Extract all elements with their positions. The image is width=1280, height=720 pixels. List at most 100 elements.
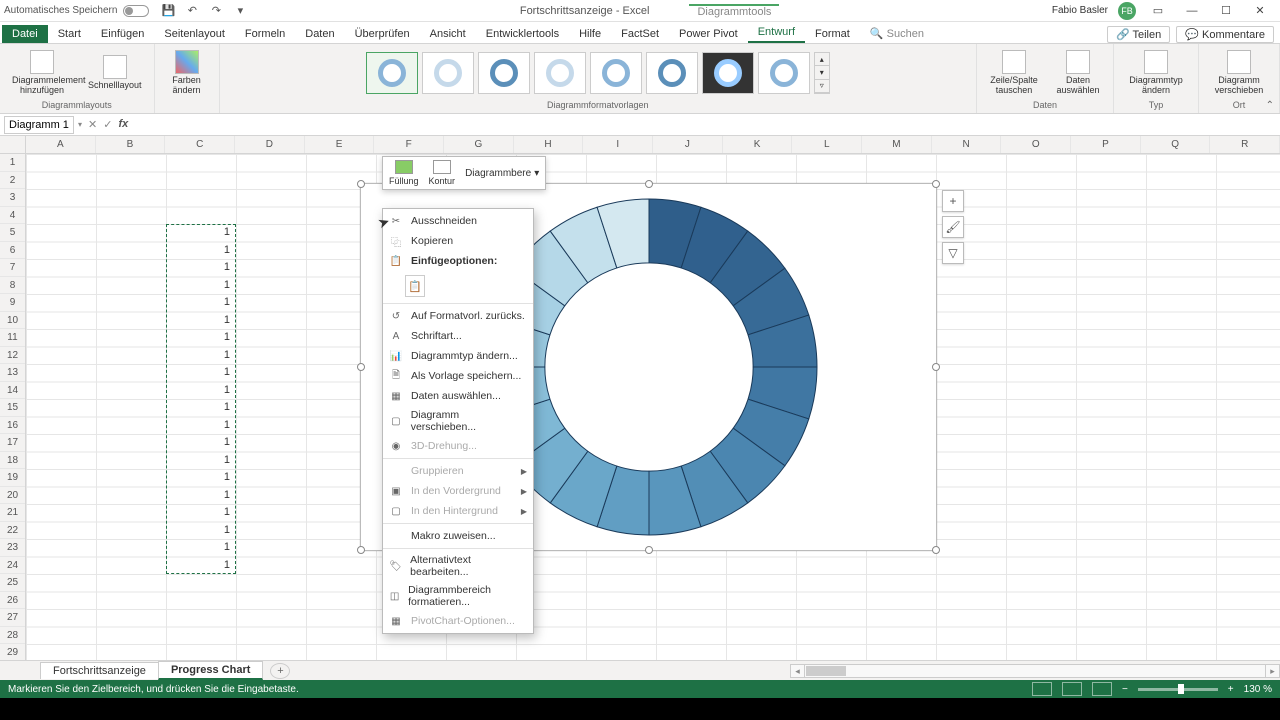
worksheet-grid[interactable]: ABCDEFGHIJKLMNOPQR 123456789101112131415… [0,136,1280,660]
ctx-copy[interactable]: ⿻Kopieren [383,231,533,251]
formula-input[interactable] [140,117,1280,133]
zoom-in-icon[interactable]: + [1228,684,1234,695]
chart-style-3[interactable] [478,52,530,94]
collapse-ribbon-icon[interactable]: ⌃ [1266,100,1274,111]
resize-handle[interactable] [357,363,365,371]
ctx-cut[interactable]: ✂Ausschneiden [383,211,533,231]
maximize-icon[interactable]: ☐ [1214,3,1238,19]
tab-review[interactable]: Überprüfen [345,25,420,43]
chart-style-8[interactable] [758,52,810,94]
ctx-paste-options-label: 📋Einfügeoptionen: [383,251,533,271]
ctx-format-area[interactable]: ◫Diagrammbereich formatieren... [383,581,533,611]
tab-start[interactable]: Start [48,25,91,43]
chart-styles-button[interactable]: 🖌 [942,216,964,238]
resize-handle[interactable] [932,546,940,554]
ctx-reset-style[interactable]: ↺Auf Formatvorl. zurücks. [383,306,533,326]
tab-factset[interactable]: FactSet [611,25,669,43]
ctx-pivot-options: ▦PivotChart-Optionen... [383,611,533,631]
chart-style-7[interactable] [702,52,754,94]
share-button[interactable]: 🔗 Teilen [1107,26,1170,43]
data-range[interactable]: 11111111111111111111 [166,224,236,574]
normal-view-icon[interactable] [1032,682,1052,696]
tab-powerpivot[interactable]: Power Pivot [669,25,748,43]
ctx-alt-text[interactable]: 🏷Alternativtext bearbeiten... [383,551,533,581]
reset-icon: ↺ [389,309,403,323]
ctx-move-chart[interactable]: ▢Diagramm verschieben... [383,406,533,436]
chart-style-4[interactable] [534,52,586,94]
style-gallery-scroll[interactable]: ▴▾▿ [814,52,830,94]
tab-developer[interactable]: Entwicklertools [476,25,569,43]
chart-filters-button[interactable]: ▽ [942,242,964,264]
enter-formula-icon[interactable]: ✓ [103,118,112,131]
column-headers[interactable]: ABCDEFGHIJKLMNOPQR [26,136,1280,154]
save-icon[interactable]: 💾 [161,4,175,18]
fill-button[interactable]: Füllung [389,160,419,186]
close-icon[interactable]: ✕ [1248,3,1272,19]
tab-format[interactable]: Format [805,25,860,43]
zoom-slider[interactable] [1138,688,1218,691]
page-break-view-icon[interactable] [1092,682,1112,696]
ctx-assign-macro[interactable]: Makro zuweisen... [383,526,533,546]
cancel-formula-icon[interactable]: ✕ [88,118,97,131]
tab-view[interactable]: Ansicht [420,25,476,43]
ribbon-tabs: Datei Start Einfügen Seitenlayout Formel… [0,22,1280,44]
change-colors-button[interactable]: Farben ändern [161,48,213,98]
select-all-corner[interactable] [0,136,26,154]
undo-icon[interactable]: ↶ [185,4,199,18]
sheet-tab-1[interactable]: Fortschrittsanzeige [40,662,159,679]
group-layouts-label: Diagrammlayouts [42,100,112,111]
tab-file[interactable]: Datei [2,25,48,43]
ctx-change-type[interactable]: 📊Diagrammtyp ändern... [383,346,533,366]
tab-help[interactable]: Hilfe [569,25,611,43]
zoom-out-icon[interactable]: − [1122,684,1128,695]
change-chart-type-button[interactable]: Diagrammtyp ändern [1120,48,1192,98]
autosave-toggle[interactable]: Automatisches Speichern [4,5,149,17]
search-box[interactable]: 🔍 Suchen [860,24,934,43]
ctx-font[interactable]: ASchriftart... [383,326,533,346]
back-icon: ▢ [389,504,403,518]
row-headers[interactable]: 1234567891011121314151617181920212223242… [0,136,26,660]
add-chart-element-button[interactable]: Diagrammelement hinzufügen [6,48,78,98]
chart-style-1[interactable] [366,52,418,94]
tab-formulas[interactable]: Formeln [235,25,295,43]
comments-button[interactable]: 💬 Kommentare [1176,26,1274,43]
sheet-tab-bar: Fortschrittsanzeige Progress Chart + ◂▸ [0,660,1280,680]
ctx-select-data[interactable]: ▦Daten auswählen... [383,386,533,406]
chart-elements-button[interactable]: + [942,190,964,212]
resize-handle[interactable] [932,180,940,188]
ctx-save-template[interactable]: 🗎Als Vorlage speichern... [383,366,533,386]
ribbon-display-icon[interactable]: ▭ [1146,3,1170,19]
chart-area-dropdown[interactable]: Diagrammbere▾ [465,160,539,186]
group-data-label: Daten [1033,100,1057,111]
resize-handle[interactable] [357,546,365,554]
tab-pagelayout[interactable]: Seitenlayout [154,25,235,43]
chart-style-6[interactable] [646,52,698,94]
resize-handle[interactable] [357,180,365,188]
ctx-paste-option[interactable]: 📋 [405,275,425,297]
switch-row-col-button[interactable]: Zeile/Spalte tauschen [983,48,1045,98]
group-type-label: Typ [1149,100,1164,111]
chart-style-2[interactable] [422,52,474,94]
fx-icon[interactable]: fx [118,118,134,131]
tab-design[interactable]: Entwurf [748,23,805,43]
page-layout-view-icon[interactable] [1062,682,1082,696]
tab-insert[interactable]: Einfügen [91,25,154,43]
add-sheet-button[interactable]: + [270,663,290,679]
quick-layout-button[interactable]: Schnelllayout [82,53,148,93]
qat-dropdown-icon[interactable]: ▾ [233,4,247,18]
user-avatar[interactable]: FB [1118,2,1136,20]
chart-style-5[interactable] [590,52,642,94]
resize-handle[interactable] [645,546,653,554]
name-box[interactable] [4,116,74,134]
sheet-tab-2[interactable]: Progress Chart [158,661,263,680]
zoom-level[interactable]: 130 % [1244,684,1272,695]
select-data-button[interactable]: Daten auswählen [1049,48,1107,98]
outline-button[interactable]: Kontur [429,160,456,186]
horizontal-scrollbar[interactable]: ◂▸ [790,664,1280,678]
resize-handle[interactable] [645,180,653,188]
resize-handle[interactable] [932,363,940,371]
minimize-icon[interactable]: — [1180,3,1204,19]
move-chart-button[interactable]: Diagramm verschieben [1205,48,1273,98]
tab-data[interactable]: Daten [295,25,344,43]
redo-icon[interactable]: ↷ [209,4,223,18]
